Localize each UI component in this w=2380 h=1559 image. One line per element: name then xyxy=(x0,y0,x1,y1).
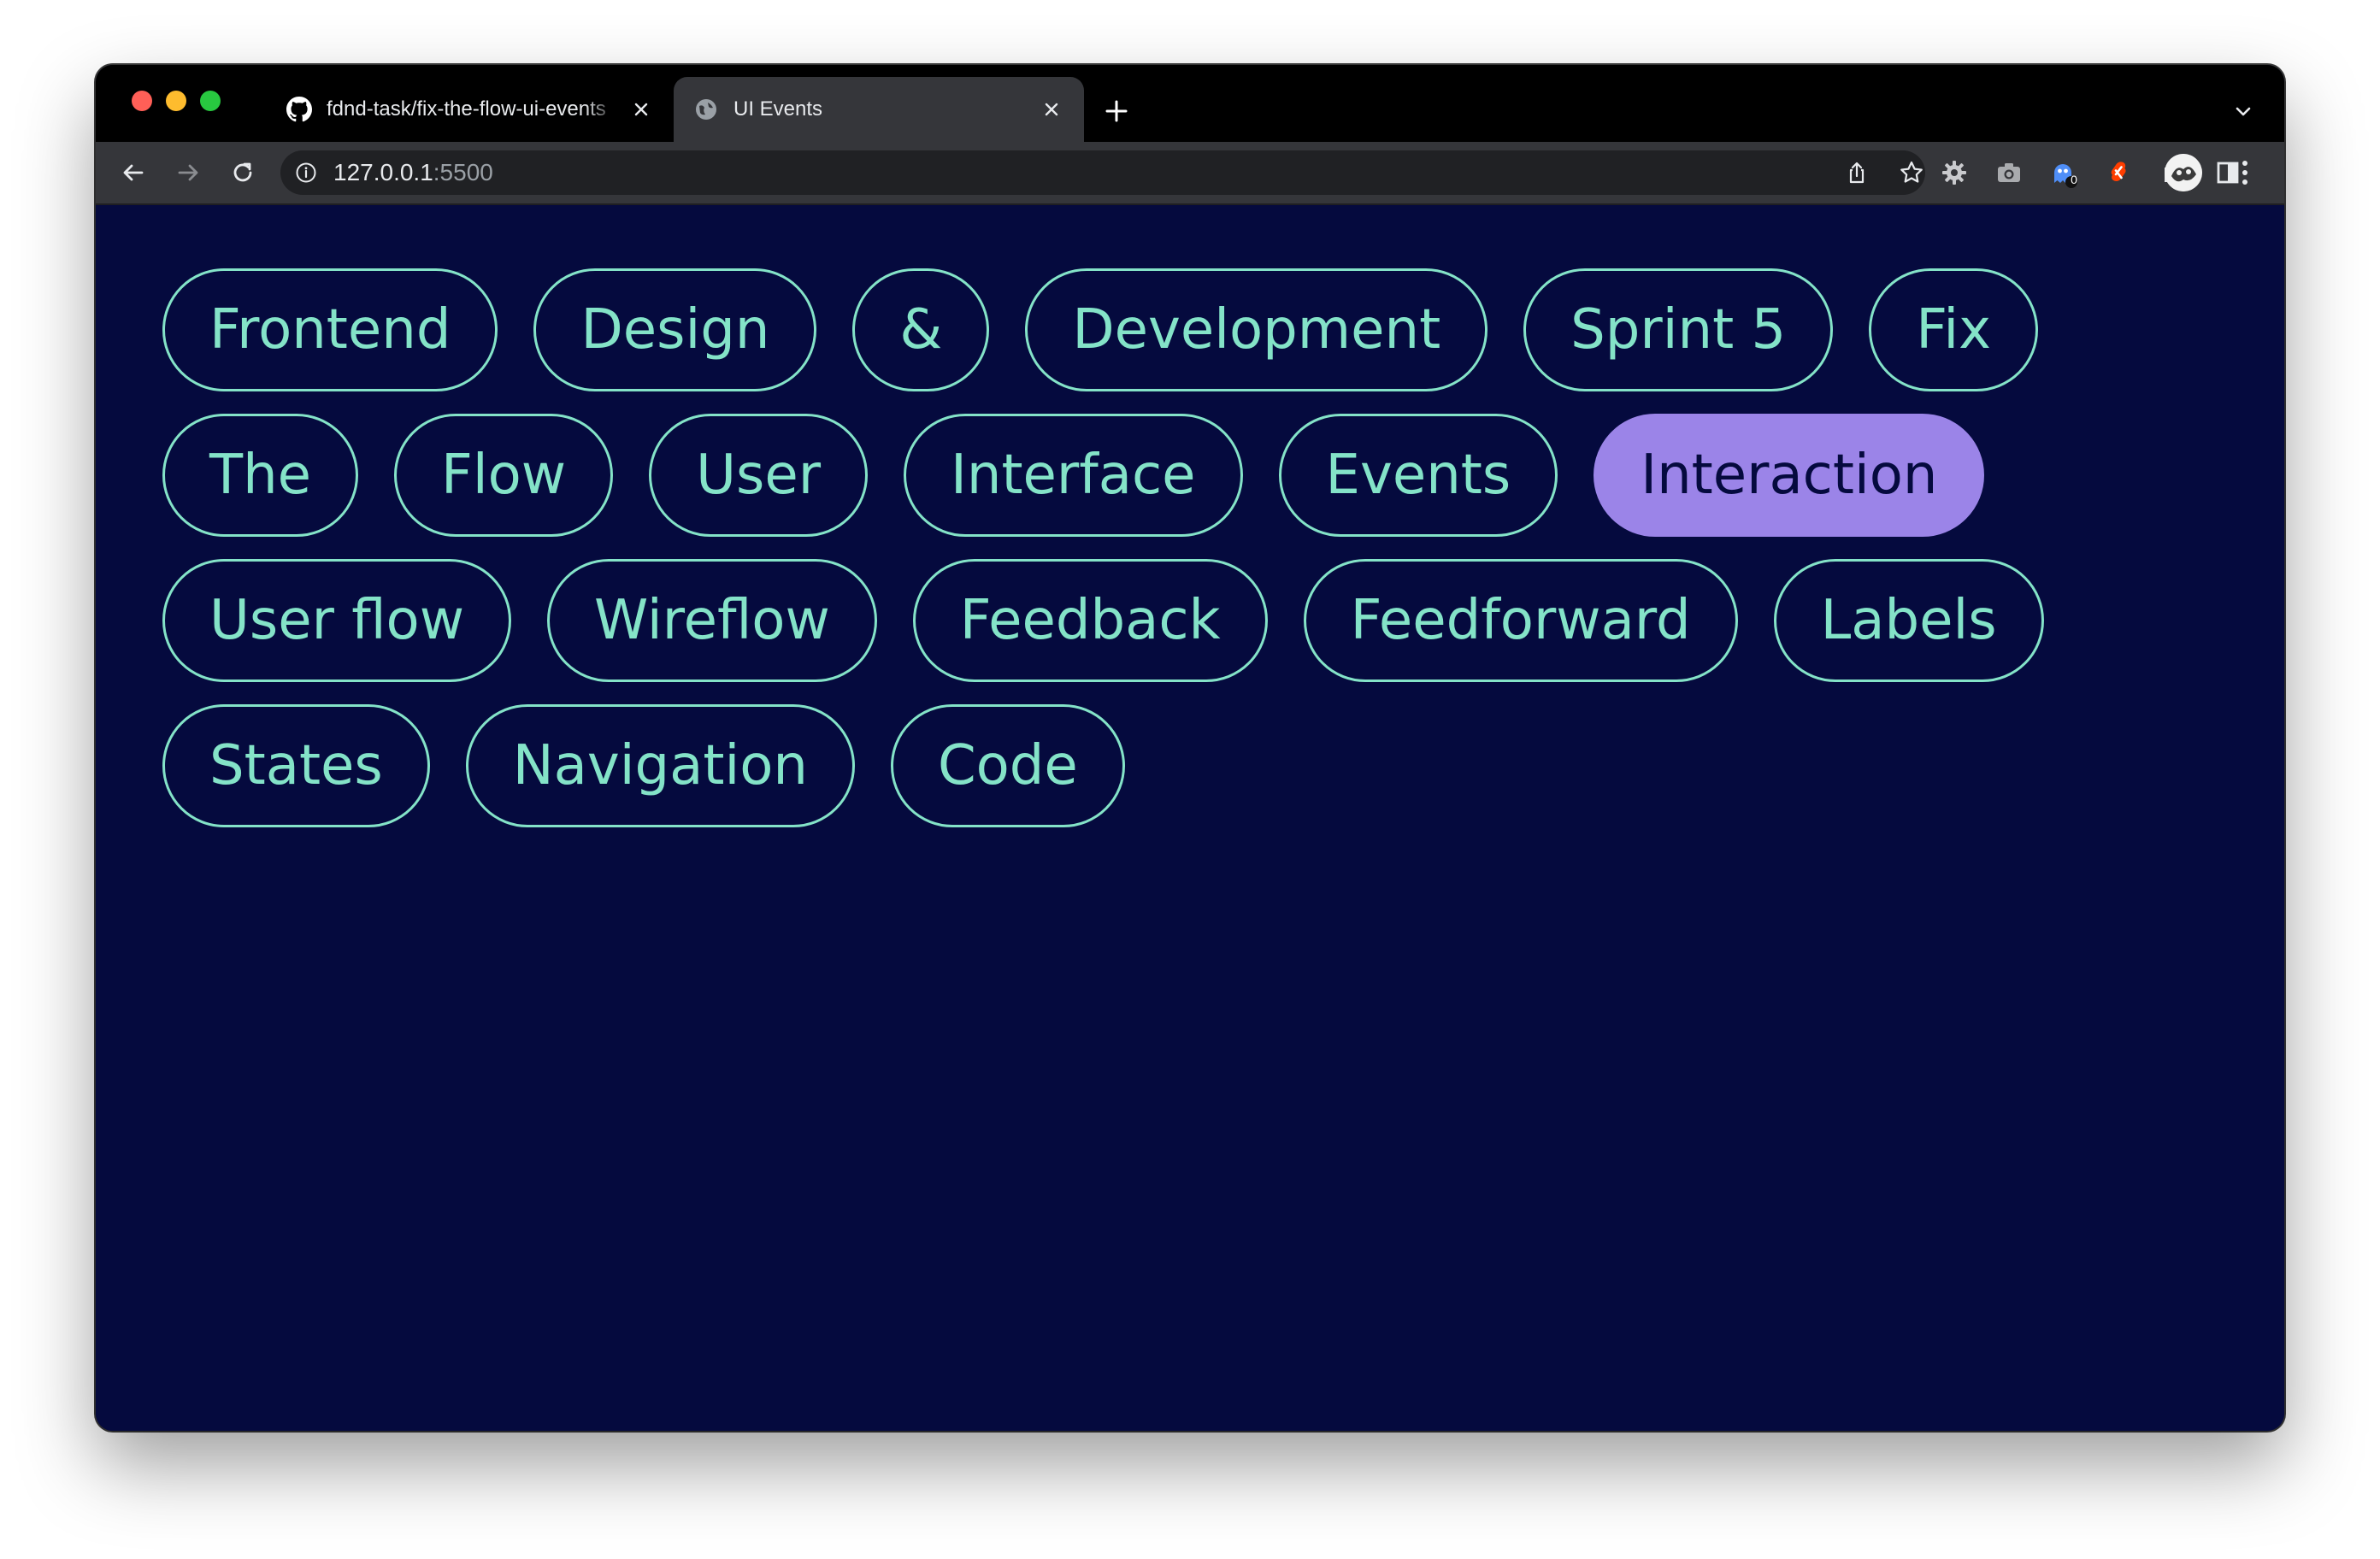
svelte-icon[interactable] xyxy=(2103,157,2134,188)
new-tab-icon[interactable] xyxy=(1099,94,1134,128)
camera-icon[interactable] xyxy=(1994,157,2024,188)
tag-button[interactable]: Feedback xyxy=(912,559,1268,682)
url-port: :5500 xyxy=(433,159,493,185)
reload-icon[interactable] xyxy=(224,154,262,191)
toolbar-right-cluster xyxy=(2165,142,2284,203)
tab-title: UI Events xyxy=(733,97,823,121)
close-window-button[interactable] xyxy=(132,91,152,111)
tag-button[interactable]: The xyxy=(162,414,359,537)
extension-badge: 0 xyxy=(2071,173,2077,186)
tag-button[interactable]: Interface xyxy=(904,414,1243,537)
close-icon[interactable] xyxy=(627,96,655,123)
tag-button[interactable]: Fix xyxy=(1869,268,2039,391)
back-arrow-icon[interactable] xyxy=(115,154,152,191)
tag-button[interactable]: Sprint 5 xyxy=(1523,268,1834,391)
tab-github[interactable]: fdnd-task/fix-the-flow-ui-events xyxy=(267,77,674,142)
address-bar[interactable]: 127.0.0.1:5500 xyxy=(280,150,1925,195)
tag-button[interactable]: & xyxy=(852,268,990,391)
maximize-window-button[interactable] xyxy=(200,91,221,111)
ghost-extension-icon[interactable]: 0 xyxy=(2048,157,2079,188)
forward-arrow-icon[interactable] xyxy=(169,154,207,191)
globe-icon xyxy=(692,96,720,123)
tab-ui-events[interactable]: UI Events xyxy=(674,77,1084,142)
tab-strip: fdnd-task/fix-the-flow-ui-events UI Even… xyxy=(96,65,2284,142)
tag-button[interactable]: Code xyxy=(890,704,1125,827)
close-icon[interactable] xyxy=(1038,96,1065,123)
browser-toolbar: 127.0.0.1:5500 0 xyxy=(96,142,2284,205)
avatar[interactable] xyxy=(2165,154,2202,191)
tag-button[interactable]: User flow xyxy=(162,559,512,682)
browser-window: fdnd-task/fix-the-flow-ui-events UI Even… xyxy=(96,65,2284,1431)
tag-button[interactable]: Interaction xyxy=(1594,414,1985,537)
tab-title: fdnd-task/fix-the-flow-ui-events xyxy=(327,97,606,121)
info-icon[interactable] xyxy=(294,161,318,185)
tag-button[interactable]: Design xyxy=(533,268,817,391)
tag-button[interactable]: Wireflow xyxy=(547,559,877,682)
minimize-window-button[interactable] xyxy=(166,91,186,111)
gear-extension-icon[interactable] xyxy=(1939,157,1970,188)
bookmark-star-icon[interactable] xyxy=(1898,159,1925,186)
kebab-menu-icon[interactable] xyxy=(2230,157,2260,188)
share-icon[interactable] xyxy=(1843,159,1870,186)
url-host: 127.0.0.1 xyxy=(333,159,433,185)
url-text: 127.0.0.1:5500 xyxy=(333,150,493,195)
tag-button[interactable]: Events xyxy=(1278,414,1558,537)
tag-button[interactable]: Flow xyxy=(394,414,614,537)
tag-button[interactable]: Feedforward xyxy=(1303,559,1738,682)
chevron-down-icon[interactable] xyxy=(2228,96,2259,126)
tag-button[interactable]: Navigation xyxy=(465,704,855,827)
tag-button[interactable]: States xyxy=(162,704,430,827)
github-icon xyxy=(286,96,313,123)
tag-button[interactable]: Frontend xyxy=(162,268,498,391)
tag-button[interactable]: Development xyxy=(1025,268,1488,391)
tag-list: Frontend Design & Development Sprint 5 Fix The… xyxy=(162,268,2163,827)
page-content: Frontend Design & Development Sprint 5 Fix The… xyxy=(96,205,2284,1431)
tag-button[interactable]: Labels xyxy=(1773,559,2044,682)
tag-button[interactable]: User xyxy=(649,414,868,537)
